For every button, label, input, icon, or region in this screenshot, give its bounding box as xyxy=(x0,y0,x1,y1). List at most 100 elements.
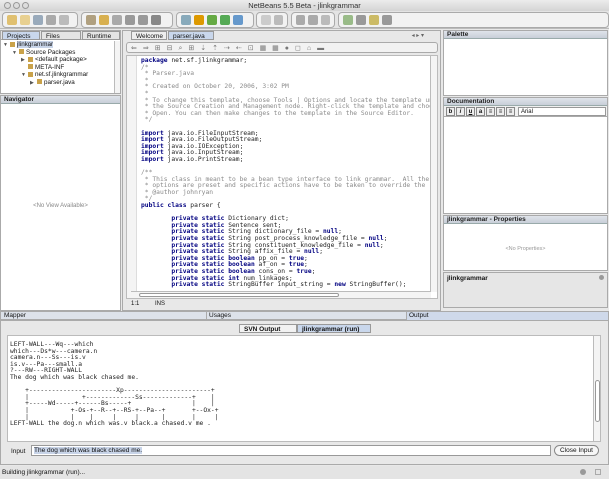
print-icon[interactable] xyxy=(59,15,69,25)
clean-build-icon[interactable] xyxy=(194,15,204,25)
output-scroll-thumb[interactable] xyxy=(595,380,600,422)
main-toolbar xyxy=(0,11,609,29)
code-token: parser { xyxy=(186,202,221,210)
editor-vertical-scrollbar[interactable] xyxy=(430,56,437,292)
align-center-button[interactable]: ≡ xyxy=(496,107,505,116)
code-token: * Created on October 20, 2006, 3:02 PM xyxy=(141,83,289,91)
tab-mapper[interactable]: Mapper xyxy=(4,312,26,320)
run-icon[interactable] xyxy=(207,15,217,25)
build-icon[interactable] xyxy=(181,15,191,25)
tree-node[interactable]: ▶ parser.java xyxy=(3,79,118,87)
copy-icon[interactable] xyxy=(99,15,109,25)
tab-projects[interactable]: Projects xyxy=(2,31,40,40)
tab-welcome[interactable]: Welcome xyxy=(131,31,167,40)
tab-runtime[interactable]: Runtime xyxy=(82,31,120,40)
progress-icon xyxy=(580,469,586,475)
test-icon[interactable] xyxy=(296,15,306,25)
monitor-icon[interactable] xyxy=(320,15,330,25)
node-icon xyxy=(28,64,33,70)
tab-output[interactable]: Output xyxy=(406,312,608,320)
output-text-area[interactable]: LEFT-WALL---Wq---which which---Ds*w---ca… xyxy=(7,335,601,442)
align-right-button[interactable]: ≡ xyxy=(506,107,515,116)
projects-panel: Projects Files Runtime ▼ jlinkgrammar ▼ Sou… xyxy=(0,30,121,94)
minimize-window-button[interactable] xyxy=(13,2,20,9)
tab-jlinkgrammar-run[interactable]: jlinkgrammar (run) xyxy=(297,324,371,333)
editor-horizontal-scrollbar[interactable] xyxy=(131,291,431,298)
code-token: true xyxy=(296,268,312,275)
node-description-panel: jlinkgrammar xyxy=(443,272,608,308)
tree-node[interactable]: ▼ net.sf.jlinkgrammar xyxy=(3,71,118,79)
close-window-button[interactable] xyxy=(4,2,11,9)
new-project-icon[interactable] xyxy=(7,15,17,25)
node-icon xyxy=(28,71,33,77)
editor-toolbar-icons[interactable]: ⇐⇒⊞⊟⌕⊞⇣⇡⇢⇠⊡▦▦●◻⌂▬ xyxy=(131,44,330,53)
check-icon[interactable] xyxy=(308,15,318,25)
tree-node[interactable]: ▼ jlinkgrammar xyxy=(3,41,118,49)
editor-toolbar: ⇐⇒⊞⊟⌕⊞⇣⇡⇢⇠⊡▦▦●◻⌂▬ xyxy=(126,42,438,53)
resize-grip-icon[interactable] xyxy=(595,469,601,475)
open-project-icon[interactable] xyxy=(33,15,43,25)
strikethrough-button[interactable]: a xyxy=(476,107,485,116)
code-token: public class xyxy=(141,202,187,210)
tree-node-label: META-INF xyxy=(35,63,65,71)
input-field[interactable]: The dog which was black chased me. xyxy=(31,445,551,456)
expander-icon[interactable]: ▼ xyxy=(12,50,19,58)
expander-icon[interactable]: ▼ xyxy=(21,72,28,80)
tab-svn-output[interactable]: SVN Output xyxy=(239,324,297,333)
undo-icon[interactable] xyxy=(125,15,135,25)
expander-icon[interactable]: ▶ xyxy=(30,80,37,88)
tree-node[interactable]: ▼ Source Packages xyxy=(3,49,118,57)
build-toolbar-group xyxy=(176,12,254,28)
horizontal-scroll-thumb[interactable] xyxy=(139,293,339,297)
insert-mode: INS xyxy=(155,301,166,307)
tab-usages[interactable]: Usages xyxy=(206,312,231,320)
save-all-icon[interactable] xyxy=(46,15,56,25)
underline-button[interactable]: u xyxy=(466,107,475,116)
paste-icon[interactable] xyxy=(112,15,122,25)
documentation-panel: Documentation b i u a ≡ ≡ ≡ Arial xyxy=(443,97,608,214)
expander-icon[interactable]: ▼ xyxy=(3,42,10,50)
code-content[interactable]: package net.sf.jlinkgrammar;/* * Parser.… xyxy=(141,57,437,289)
form-icon[interactable] xyxy=(261,15,271,25)
tree-node[interactable]: ▶ <default package> xyxy=(3,56,118,64)
documentation-header: Documentation xyxy=(444,98,607,106)
node-icon xyxy=(28,56,33,62)
close-input-button[interactable]: Close Input xyxy=(554,445,599,456)
tab-parser-java[interactable]: parser.java xyxy=(168,31,214,40)
profile-icon[interactable] xyxy=(233,15,243,25)
italic-button[interactable]: i xyxy=(456,107,465,116)
input-value: The dog which was black chased me. xyxy=(34,447,143,454)
code-token: ; xyxy=(311,268,316,275)
tab-files[interactable]: Files xyxy=(41,31,81,40)
tree-node[interactable]: META-INF xyxy=(3,64,118,72)
projects-scrollbar[interactable] xyxy=(114,41,120,93)
tab-scroll-arrows-icon[interactable]: ◂ ▸ ▾ xyxy=(412,32,424,39)
redo-icon[interactable] xyxy=(138,15,148,25)
navigator-panel: Navigator <No View Available> xyxy=(0,95,121,311)
node-title: jlinkgrammar xyxy=(447,275,488,282)
test-toolbar-group xyxy=(291,12,335,28)
code-line: package net.sf.jlinkgrammar; xyxy=(141,57,437,65)
zoom-window-button[interactable] xyxy=(22,2,29,9)
code-token: StringBuffer input_string = xyxy=(224,281,335,289)
bold-button[interactable]: b xyxy=(446,107,455,116)
help-icon[interactable] xyxy=(599,275,604,280)
palette-panel: Palette xyxy=(443,30,608,96)
cut-icon[interactable] xyxy=(86,15,96,25)
output-scrollbar[interactable] xyxy=(593,336,600,441)
debug-icon[interactable] xyxy=(220,15,230,25)
code-editor[interactable]: package net.sf.jlinkgrammar;/* * Parser.… xyxy=(126,55,438,299)
find-icon[interactable] xyxy=(151,15,161,25)
window-icon[interactable] xyxy=(273,15,283,25)
new-file-icon[interactable] xyxy=(20,15,30,25)
component-icon[interactable] xyxy=(356,15,366,25)
file-toolbar-group xyxy=(2,12,78,28)
diagram-icon[interactable] xyxy=(343,15,353,25)
grid-icon[interactable] xyxy=(382,15,392,25)
code-token: java.io.PrintStream; xyxy=(163,155,244,163)
font-select[interactable]: Arial xyxy=(517,107,606,116)
format-toolbar: b i u a ≡ ≡ ≡ Arial xyxy=(444,106,607,117)
align-left-button[interactable]: ≡ xyxy=(486,107,495,116)
code-line: * @author johnryan xyxy=(141,189,437,197)
inspect-icon[interactable] xyxy=(369,15,379,25)
